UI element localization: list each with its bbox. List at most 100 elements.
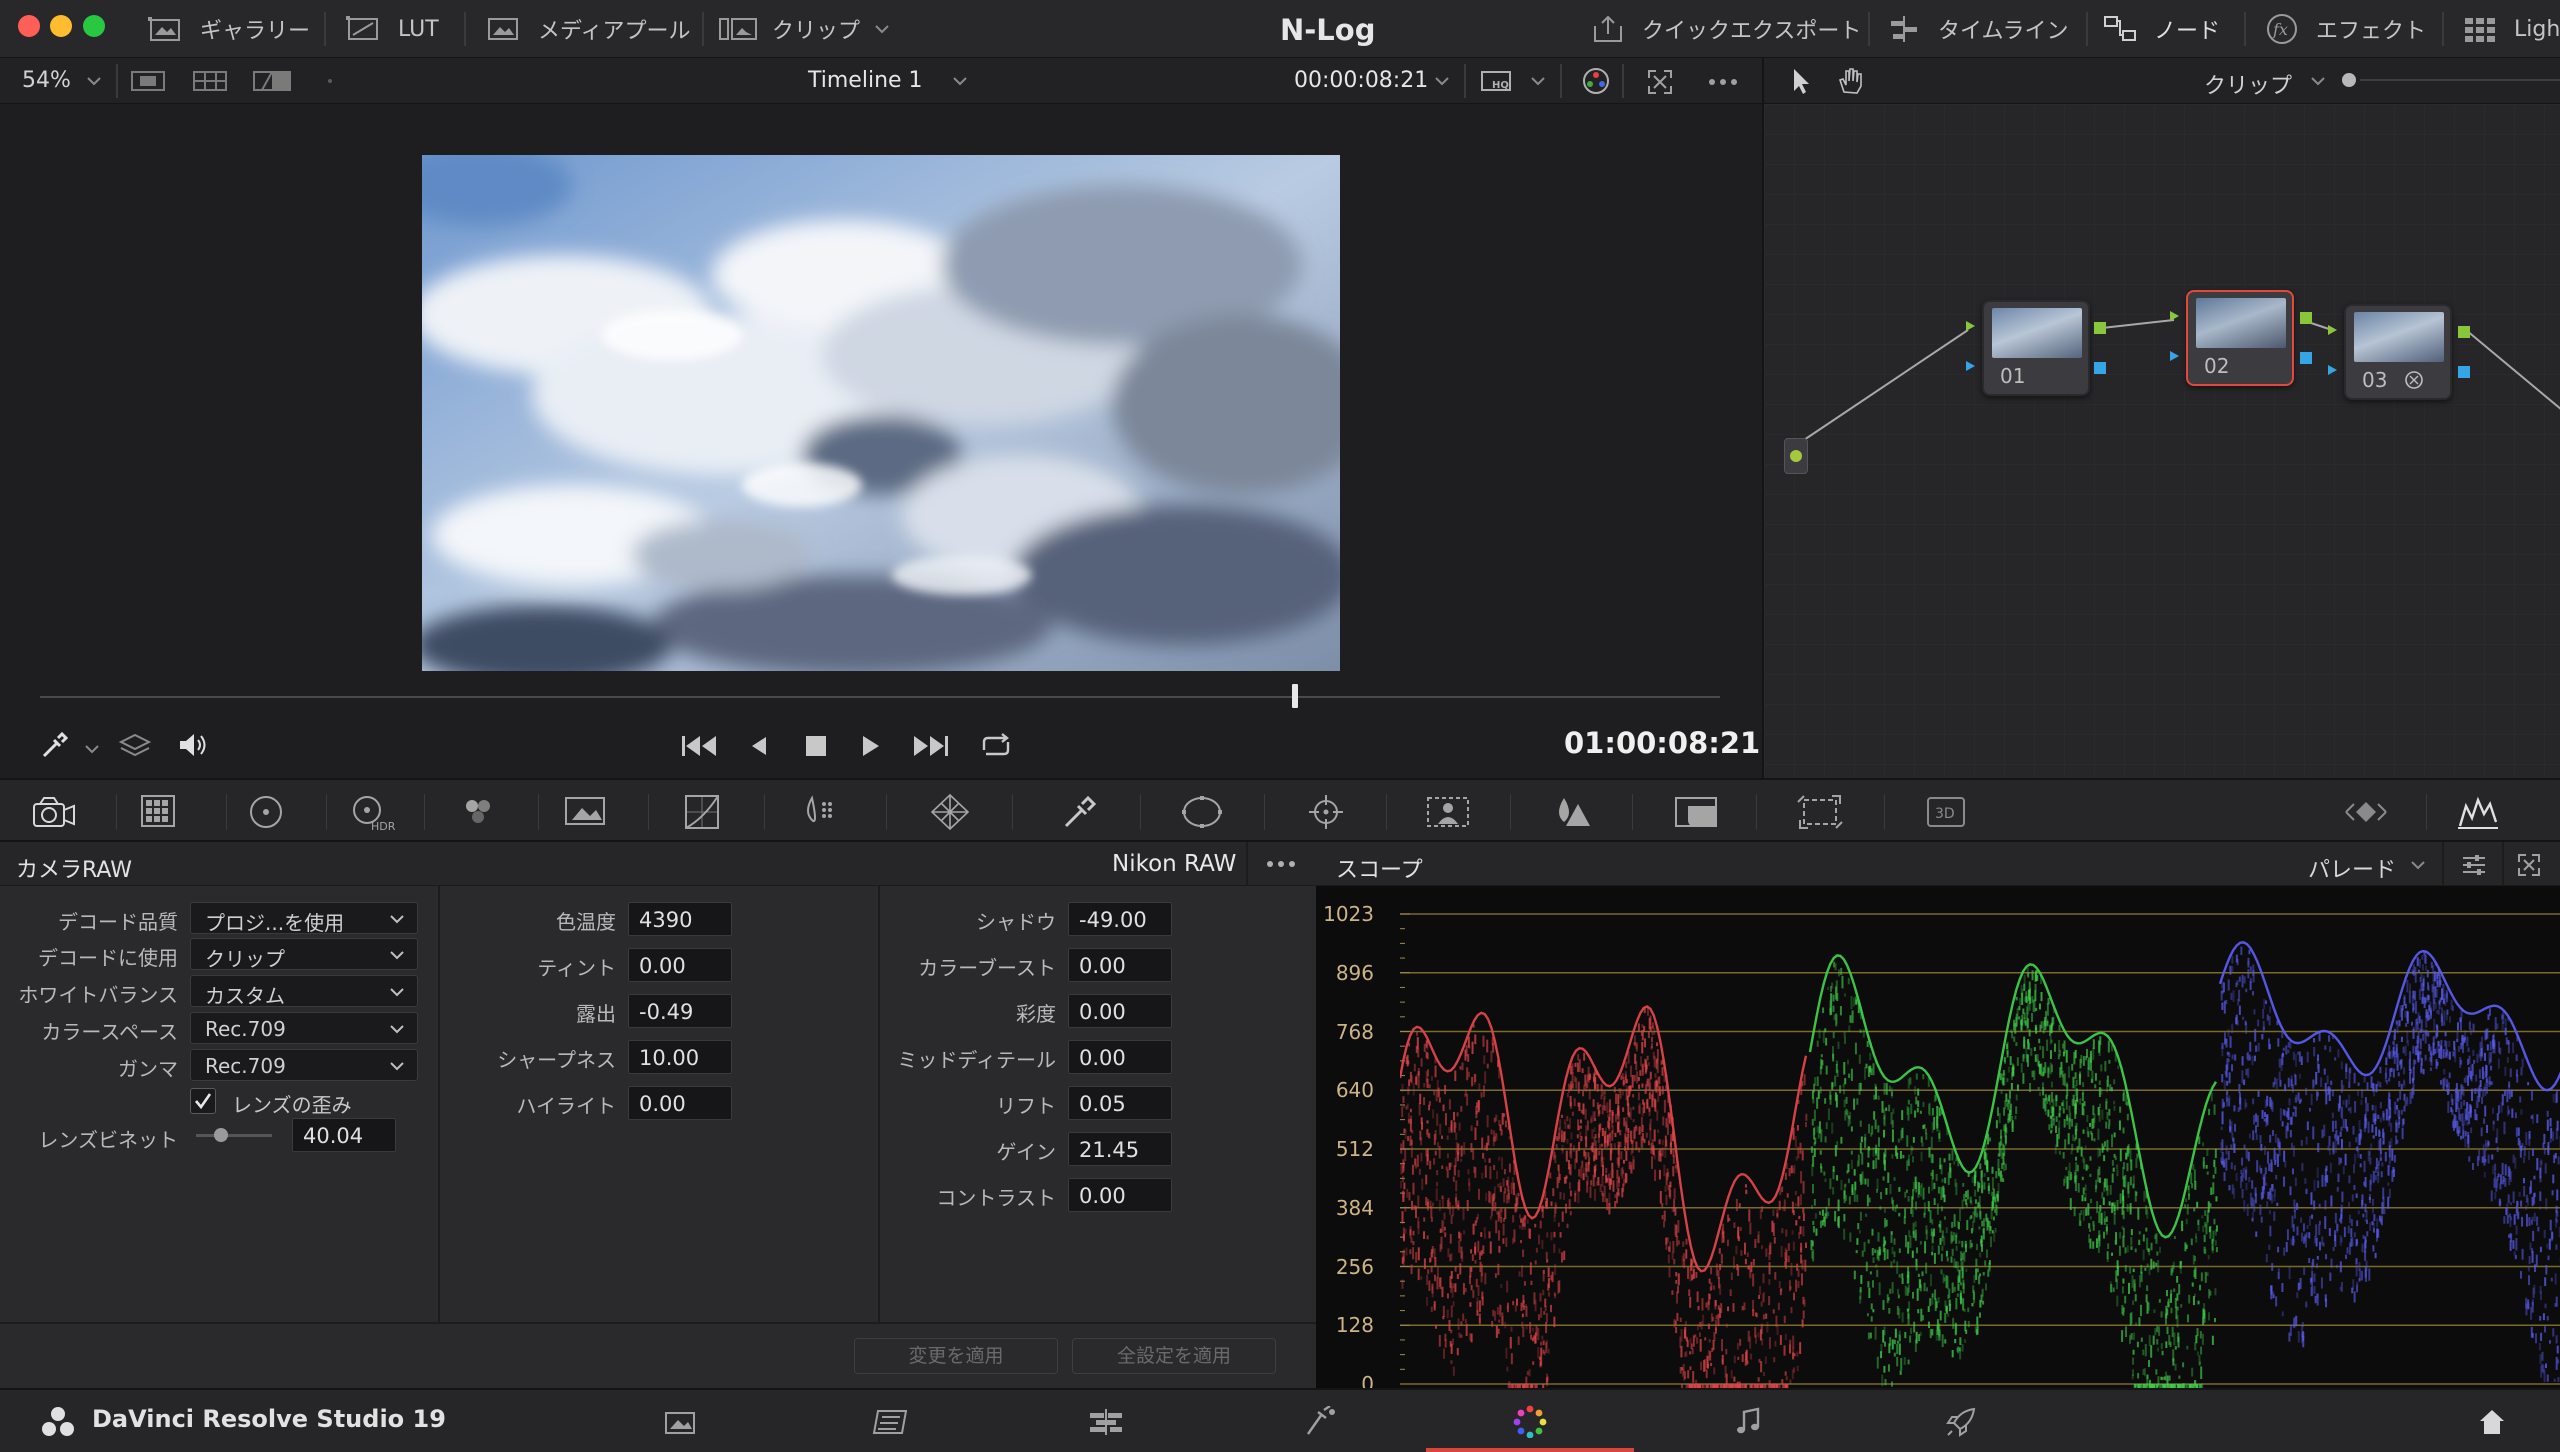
lift-input[interactable]: 0.05	[1068, 1086, 1172, 1120]
fusion-page-icon[interactable]	[1288, 1398, 1352, 1446]
reverse-play-button[interactable]	[746, 732, 770, 760]
rgb-input-port[interactable]	[2168, 310, 2180, 322]
zoom-level-dropdown[interactable]: 54%	[22, 68, 71, 93]
more-options-icon[interactable]	[1706, 68, 1740, 96]
fairlight-page-icon[interactable]	[1716, 1398, 1780, 1446]
timeline-name-dropdown[interactable]: Timeline 1	[808, 68, 923, 93]
decode-using-dropdown[interactable]: クリップ	[190, 938, 418, 971]
minimize-window-button[interactable]	[50, 15, 72, 37]
lens-vignette-slider[interactable]	[196, 1134, 272, 1137]
go-to-end-button[interactable]	[910, 732, 950, 760]
decode-quality-dropdown[interactable]: プロジ...を使用	[190, 902, 418, 935]
lens-vignette-slider-handle[interactable]	[214, 1128, 228, 1142]
layers-icon[interactable]	[118, 730, 152, 760]
qualifier-palette-icon[interactable]	[924, 788, 976, 836]
edit-page-icon[interactable]	[1074, 1398, 1138, 1446]
stereo-3d-palette-icon[interactable]: 3D	[1920, 788, 1972, 836]
hand-tool-icon[interactable]	[1836, 66, 1866, 96]
rgb-output-port[interactable]	[2094, 322, 2106, 334]
scope-settings-icon[interactable]	[2460, 852, 2488, 878]
close-window-button[interactable]	[18, 15, 40, 37]
expand-scope-icon[interactable]	[2516, 852, 2542, 878]
node-02-selected[interactable]: 02	[2186, 290, 2294, 386]
lut-button[interactable]: LUT	[344, 0, 439, 58]
more-options-icon[interactable]	[1264, 854, 1298, 874]
media-page-icon[interactable]	[648, 1398, 712, 1446]
timeline-button[interactable]: タイムライン	[1884, 0, 2068, 58]
node-01[interactable]: 01	[1982, 300, 2090, 396]
playhead[interactable]	[1291, 684, 1298, 708]
lens-vignette-input[interactable]: 40.04	[292, 1118, 396, 1152]
tint-input[interactable]: 0.00	[628, 948, 732, 982]
alpha-output-port[interactable]	[2300, 352, 2312, 364]
home-icon[interactable]	[2460, 1398, 2524, 1446]
color-warper-palette-icon[interactable]	[792, 788, 844, 836]
hq-playback-icon[interactable]: HQ	[1480, 68, 1520, 94]
maximize-window-button[interactable]	[83, 15, 105, 37]
tracker-palette-icon[interactable]	[1300, 788, 1352, 836]
media-pool-button[interactable]: メディアプール	[484, 0, 690, 58]
pointer-tool-icon[interactable]	[1788, 66, 1814, 96]
curves-palette-icon[interactable]	[676, 788, 728, 836]
loop-button[interactable]	[976, 732, 1016, 760]
scopes-palette-icon[interactable]	[2452, 788, 2504, 836]
quick-export-button[interactable]: クイックエクスポート	[1588, 0, 1861, 58]
gamma-dropdown[interactable]: Rec.709	[190, 1049, 418, 1081]
highlights-input[interactable]: 0.00	[628, 1086, 732, 1120]
lightbox-button[interactable]: Ligh	[2460, 0, 2560, 58]
gallery-button[interactable]: ギャラリー	[146, 0, 310, 58]
color-match-palette-icon[interactable]	[134, 788, 186, 836]
rgb-input-port[interactable]	[1964, 320, 1976, 332]
color-boost-input[interactable]: 0.00	[1068, 948, 1172, 982]
alpha-output-port[interactable]	[2458, 366, 2470, 378]
source-timecode[interactable]: 00:00:08:21	[1294, 68, 1428, 93]
go-to-start-button[interactable]	[680, 732, 720, 760]
node-zoom-slider[interactable]	[2360, 79, 2560, 81]
split-screen-icon[interactable]	[250, 70, 294, 92]
color-bypass-icon[interactable]	[1580, 66, 1612, 96]
color-temperature-input[interactable]: 4390	[628, 902, 732, 936]
shadows-input[interactable]: -49.00	[1068, 902, 1172, 936]
key-palette-icon[interactable]	[1670, 788, 1722, 836]
eyedropper-palette-icon[interactable]	[1052, 788, 1104, 836]
gallery-view-icon[interactable]	[190, 70, 230, 92]
lens-distortion-checkbox[interactable]	[190, 1088, 216, 1114]
stop-button[interactable]	[802, 732, 830, 760]
white-balance-dropdown[interactable]: カスタム	[190, 975, 418, 1008]
clips-button[interactable]: クリップ	[718, 0, 890, 58]
scrub-track[interactable]	[40, 696, 1720, 698]
node-zoom-slider-handle[interactable]	[2342, 73, 2356, 87]
saturation-input[interactable]: 0.00	[1068, 994, 1172, 1028]
camera-raw-palette-icon[interactable]	[28, 788, 80, 836]
rgb-output-port[interactable]	[2458, 326, 2470, 338]
gain-input[interactable]: 21.45	[1068, 1132, 1172, 1166]
color-space-dropdown[interactable]: Rec.709	[190, 1012, 418, 1044]
eyedropper-icon[interactable]	[40, 730, 70, 760]
hdr-palette-icon[interactable]: HDR	[346, 788, 398, 836]
contrast-input[interactable]: 0.00	[1068, 1178, 1172, 1212]
magic-mask-palette-icon[interactable]	[1422, 788, 1474, 836]
apply-changes-button[interactable]: 変更を適用	[854, 1338, 1058, 1374]
rgb-output-port[interactable]	[2300, 312, 2312, 324]
rgb-mixer-palette-icon[interactable]	[452, 788, 504, 836]
keyframes-palette-icon[interactable]	[2340, 788, 2392, 836]
sizing-palette-icon[interactable]	[1794, 788, 1846, 836]
color-page-tab[interactable]	[1426, 1390, 1634, 1452]
scope-mode-dropdown[interactable]: パレード	[2308, 852, 2396, 884]
alpha-input-port[interactable]	[2168, 350, 2180, 362]
node-03[interactable]: 03	[2344, 304, 2452, 400]
blur-palette-icon[interactable]	[1546, 788, 1598, 836]
cut-page-icon[interactable]	[860, 1398, 924, 1446]
effects-button[interactable]: fx エフェクト	[2262, 0, 2426, 58]
play-button[interactable]	[858, 732, 882, 760]
enhanced-viewer-icon[interactable]	[1646, 68, 1674, 96]
nodes-button[interactable]: ノード	[2100, 0, 2220, 58]
apply-all-settings-button[interactable]: 全設定を適用	[1072, 1338, 1276, 1374]
alpha-output-port[interactable]	[2094, 362, 2106, 374]
midtone-detail-input[interactable]: 0.00	[1068, 1040, 1172, 1074]
alpha-input-port[interactable]	[1964, 360, 1976, 372]
alpha-input-port[interactable]	[2326, 364, 2338, 376]
volume-icon[interactable]	[176, 730, 210, 760]
window-palette-icon[interactable]	[1176, 788, 1228, 836]
sharpness-input[interactable]: 10.00	[628, 1040, 732, 1074]
